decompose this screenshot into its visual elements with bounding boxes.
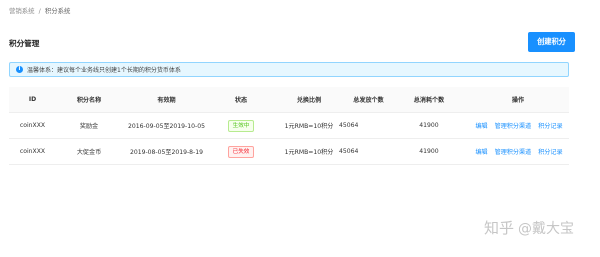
breadcrumb-separator: /: [38, 7, 41, 15]
watermark-logo: 知乎: [484, 219, 515, 237]
cell-id: coinXXX: [19, 122, 46, 129]
cell-actions: 编辑 管理积分渠道 积分记录: [464, 139, 574, 164]
cell-name: 奖励金: [79, 123, 99, 130]
create-points-button[interactable]: 创建积分: [528, 32, 575, 52]
page-title: 积分管理: [9, 39, 40, 48]
edit-link[interactable]: 编辑: [475, 121, 487, 130]
cell-actions: 编辑 管理积分渠道 积分记录: [464, 113, 574, 138]
info-alert: i 温馨体系：建议每个业务线只创建1个长期的积分货币体系: [9, 62, 569, 77]
header-status: 状态: [234, 97, 248, 104]
breadcrumb-item-points: 积分系统: [44, 7, 71, 15]
cell-ratio: 1元RMB=10积分: [284, 123, 334, 130]
header-actions: 操作: [511, 97, 525, 104]
header-valid: 有效期: [157, 97, 176, 104]
points-table: ID 积分名称 有效期 状态 兑换比例 总发放个数 总消耗个数 操作 coinX…: [9, 87, 569, 165]
manage-channels-link[interactable]: 管理积分渠道: [495, 121, 532, 130]
cell-consumed: 41900: [419, 122, 439, 129]
header-consumed: 总消耗个数: [413, 97, 445, 104]
table-row: coinXXX 奖励金 2016-09-05至2019-10-05 生效中 1元…: [9, 113, 569, 139]
cell-issued: 45064: [339, 122, 359, 129]
cell-status: 已失效: [219, 139, 263, 164]
status-badge: 已失效: [227, 145, 255, 158]
cell-id: coinXXX: [19, 148, 46, 155]
points-records-link[interactable]: 积分记录: [538, 147, 562, 156]
status-badge: 生效中: [227, 119, 255, 132]
watermark-author: @戴大宝: [518, 220, 575, 237]
cell-consumed: 41900: [419, 148, 439, 155]
header-issued: 总发放个数: [353, 97, 384, 104]
table-header: ID 积分名称 有效期 状态 兑换比例 总发放个数 总消耗个数 操作: [9, 87, 569, 113]
cell-status: 生效中: [219, 113, 263, 138]
header-id: ID: [28, 96, 37, 103]
cell-ratio: 1元RMB=10积分: [284, 149, 334, 156]
cell-valid: 2019-08-05至2019-8-19: [129, 149, 204, 156]
alert-text: 温馨体系：建议每个业务线只创建1个长期的积分货币体系: [27, 67, 181, 74]
breadcrumb: 营销系统 / 积分系统: [9, 6, 70, 15]
edit-link[interactable]: 编辑: [475, 147, 487, 156]
table-row: coinXXX 大促金币 2019-08-05至2019-8-19 已失效 1元…: [9, 139, 569, 165]
header-ratio: 兑换比例: [296, 97, 322, 104]
header-name: 积分名称: [76, 97, 102, 104]
breadcrumb-item-marketing[interactable]: 营销系统: [9, 7, 35, 15]
points-records-link[interactable]: 积分记录: [538, 121, 562, 130]
watermark: 知乎 @戴大宝: [484, 217, 574, 238]
cell-valid: 2016-09-05至2019-10-05: [128, 123, 205, 130]
cell-issued: 45064: [339, 148, 359, 155]
cell-name: 大促金币: [76, 149, 102, 156]
info-icon: i: [16, 66, 23, 73]
manage-channels-link[interactable]: 管理积分渠道: [495, 147, 532, 156]
